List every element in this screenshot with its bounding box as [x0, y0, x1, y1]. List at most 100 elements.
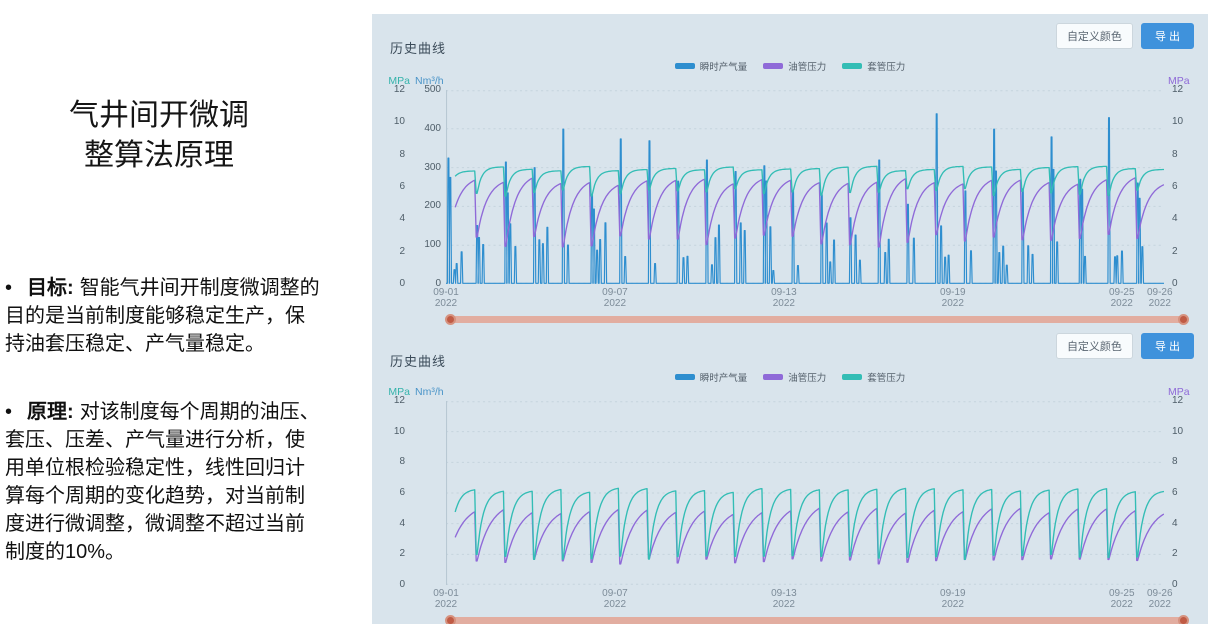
x-axis-tick: 09-012022: [433, 287, 459, 309]
goal-bullet: •目标:智能气井间开制度微调整的目的是当前制度能够稳定生产，保持油套压稳定、产气…: [5, 274, 320, 358]
y-axis-tick: 8: [1172, 150, 1178, 160]
slider-handle-left[interactable]: [445, 314, 456, 325]
legend-swatch-icon: [842, 374, 862, 380]
slider-handle-right[interactable]: [1178, 314, 1189, 325]
legend-item[interactable]: 套管压力: [842, 370, 905, 384]
x-axis-tick: 09-072022: [602, 588, 628, 610]
chart-legend: 瞬时产气量 油管压力 套管压力: [386, 371, 1194, 383]
legend-swatch-icon: [842, 63, 862, 69]
y-axis-tick: 500: [424, 85, 441, 95]
legend-swatch-icon: [763, 374, 783, 380]
chart-title: 历史曲线: [390, 38, 446, 57]
chart-header: 历史曲线 自定义颜色 导 出: [386, 16, 1194, 60]
customize-color-button[interactable]: 自定义颜色: [1056, 333, 1133, 359]
y-axis-tick: 10: [1172, 117, 1183, 127]
legend-label: 油管压力: [788, 59, 826, 73]
x-axis-tick: 09-262022: [1147, 287, 1173, 309]
y-axis-tick: 12: [394, 85, 405, 95]
left-mpa-axis: 121086420: [386, 90, 410, 284]
y-axis-tick: 0: [399, 580, 405, 590]
y-axis-tick: 400: [424, 124, 441, 134]
left-mpa-axis: 121086420: [386, 401, 410, 585]
y-axis-tick: 6: [1172, 488, 1178, 498]
slide-text-column: 气井间开微调 整算法原理 •目标:智能气井间开制度微调整的目的是当前制度能够稳定…: [0, 0, 372, 629]
right-mpa-axis: 121086420: [1164, 401, 1194, 585]
legend-label: 瞬时产气量: [700, 59, 748, 73]
right-mpa-axis: 121086420: [1164, 90, 1194, 284]
bullet-marker: •: [5, 401, 12, 423]
slider-bar[interactable]: [448, 617, 1186, 624]
goal-label: 目标:: [27, 277, 74, 299]
x-axis-labels: 09-01202209-07202209-13202209-19202209-2…: [446, 287, 1164, 311]
history-curve-section-top: 历史曲线 自定义颜色 导 出 瞬时产气量油管压力套管压力 MPa Nm³/h M…: [386, 16, 1194, 327]
bullet-marker: •: [5, 277, 12, 299]
series-gas-rate-line: [446, 114, 1164, 283]
time-range-slider[interactable]: [446, 614, 1188, 624]
chart-toolbar: 自定义颜色 导 出: [1056, 333, 1194, 359]
y-axis-tick: 0: [399, 279, 405, 289]
y-axis-tick: 8: [399, 150, 405, 160]
y-axis-tick: 12: [1172, 85, 1183, 95]
left-nm3h-axis: [410, 401, 446, 585]
slide-title: 气井间开微调 整算法原理: [16, 96, 302, 176]
y-axis-tick: 300: [424, 163, 441, 173]
y-axis-tick: 4: [399, 519, 405, 529]
y-axis-tick: 6: [1172, 182, 1178, 192]
history-curve-section-bottom: 历史曲线 自定义颜色 导 出 瞬时产气量 油管压力 套管压力 MPa Nm³/h M…: [386, 331, 1194, 624]
legend-item[interactable]: 瞬时产气量: [675, 370, 748, 384]
left-nm3h-unit-label: Nm³/h: [415, 386, 444, 398]
x-axis-tick: 09-012022: [433, 588, 459, 610]
legend-label: 套管压力: [867, 59, 905, 73]
y-axis-tick: 2: [399, 549, 405, 559]
y-axis-tick: 12: [394, 396, 405, 406]
chart-title: 历史曲线: [390, 351, 446, 370]
y-axis-tick: 8: [399, 457, 405, 467]
slider-bar[interactable]: [448, 316, 1186, 323]
principle-label: 原理:: [27, 401, 74, 423]
x-axis-tick: 09-072022: [602, 287, 628, 309]
y-axis-tick: 10: [1172, 427, 1183, 437]
legend-swatch-icon: [675, 63, 695, 69]
customize-color-button[interactable]: 自定义颜色: [1056, 23, 1133, 49]
y-axis-tick: 200: [424, 201, 441, 211]
legend-item[interactable]: 油管压力: [763, 370, 826, 384]
chart-plot[interactable]: [446, 90, 1164, 284]
y-axis-tick: 100: [424, 240, 441, 250]
legend-swatch-icon: [763, 63, 783, 69]
y-axis-tick: 8: [1172, 457, 1178, 467]
chart-header: 历史曲线 自定义颜色 导 出: [386, 331, 1194, 371]
slider-handle-left[interactable]: [445, 615, 456, 624]
slide-title-line2: 整算法原理: [16, 136, 302, 176]
y-axis-tick: 2: [1172, 549, 1178, 559]
slider-handle-right[interactable]: [1178, 615, 1189, 624]
export-button[interactable]: 导 出: [1141, 23, 1194, 49]
time-range-slider[interactable]: [446, 313, 1188, 327]
left-nm3h-axis: 5004003002001000: [410, 90, 446, 284]
legend-item[interactable]: 套管压力: [842, 59, 905, 73]
y-axis-tick: 4: [1172, 214, 1178, 224]
principle-text: 对该制度每个周期的油压、套压、压差、产气量进行分析，使用单位根检验稳定性，线性回…: [5, 401, 320, 563]
x-axis-tick: 09-262022: [1147, 588, 1173, 610]
x-axis-labels: 09-01202209-07202209-13202209-19202209-2…: [446, 588, 1164, 612]
legend-label: 套管压力: [867, 370, 905, 384]
legend-item[interactable]: 油管压力: [763, 59, 826, 73]
y-axis-tick: 2: [399, 247, 405, 257]
legend-label: 油管压力: [788, 370, 826, 384]
x-axis-tick: 09-192022: [940, 287, 966, 309]
legend-item[interactable]: 瞬时产气量: [675, 59, 748, 73]
plot-area-wrap: [446, 401, 1164, 585]
y-axis-tick: 6: [399, 488, 405, 498]
series-pressure-line: [455, 178, 1164, 247]
plot-area-wrap: [446, 90, 1164, 284]
principle-bullet: • 原理:对该制度每个周期的油压、套压、压差、产气量进行分析，使用单位根检验稳定性…: [5, 398, 320, 566]
y-axis-tick: 6: [399, 182, 405, 192]
y-axis-tick: 2: [1172, 247, 1178, 257]
slide-title-line1: 气井间开微调: [16, 96, 302, 136]
y-axis-tick: 4: [399, 214, 405, 224]
axis-units-row: MPa Nm³/h MPa: [386, 386, 1194, 401]
slide-page: 气井间开微调 整算法原理 •目标:智能气井间开制度微调整的目的是当前制度能够稳定…: [0, 0, 1216, 629]
x-axis-tick: 09-252022: [1109, 588, 1135, 610]
chart-plot[interactable]: [446, 401, 1164, 585]
export-button[interactable]: 导 出: [1141, 333, 1194, 359]
plot-row: 121086420 121086420: [386, 401, 1194, 585]
